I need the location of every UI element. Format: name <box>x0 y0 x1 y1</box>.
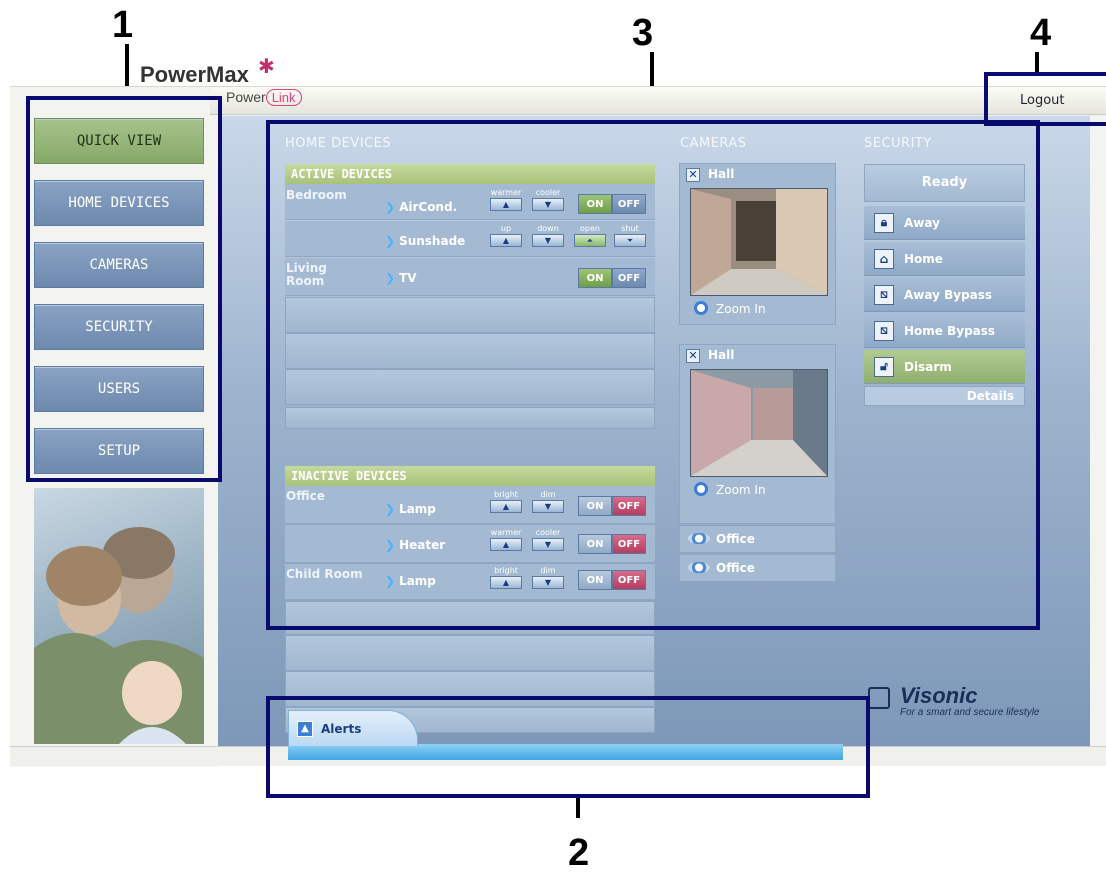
powerlink-logo: Power Link <box>226 89 302 106</box>
top-bar <box>210 87 1106 115</box>
highlight-box-2 <box>266 696 870 798</box>
empty-row <box>285 635 655 671</box>
callout-3: 3 <box>632 12 654 54</box>
callout-2-line <box>576 796 580 818</box>
family-illustration <box>34 527 204 744</box>
callout-2: 2 <box>568 832 590 872</box>
powerlink-left: Power <box>226 89 266 105</box>
visonic-icon <box>868 687 890 709</box>
highlight-box-1 <box>26 96 222 482</box>
visonic-tagline: For a smart and secure lifestyle <box>900 707 1040 718</box>
family-photo <box>34 488 204 744</box>
visonic-logo: Visonic For a smart and secure lifestyle <box>868 683 1040 718</box>
star-icon: ✱ <box>258 54 275 78</box>
callout-4: 4 <box>1030 12 1052 54</box>
highlight-box-4 <box>984 72 1106 126</box>
highlight-box-3 <box>266 120 1040 630</box>
visonic-name: Visonic <box>900 683 978 708</box>
powermax-logo: PowerMax <box>140 62 249 87</box>
callout-1: 1 <box>112 4 134 46</box>
callout-4-line <box>1035 52 1039 74</box>
powerlink-right: Link <box>265 89 302 106</box>
